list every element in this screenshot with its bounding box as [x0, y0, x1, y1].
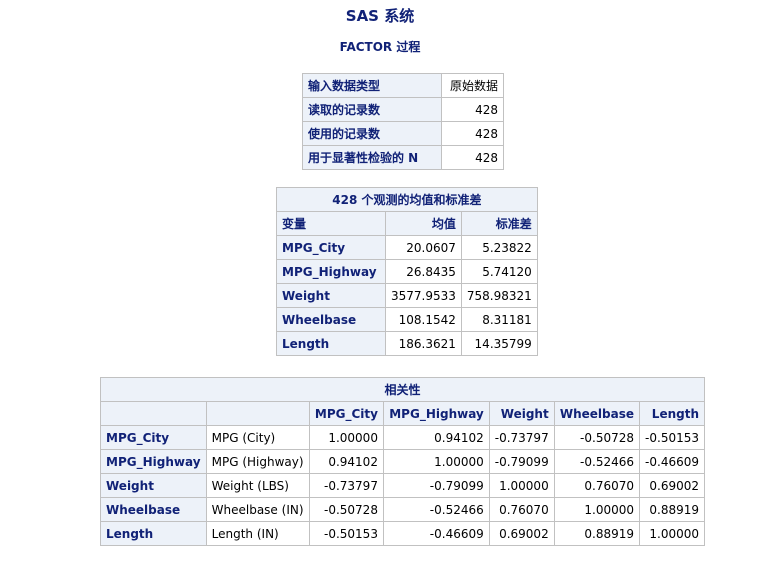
correlation-table: 相关性 MPG_City MPG_Highway Weight Wheelbas… [100, 377, 705, 546]
table-caption-row: 相关性 [100, 377, 705, 402]
table-cell: -0.79099 [488, 449, 555, 474]
table-cell: -0.50153 [639, 425, 705, 450]
table-cell: 1.00000 [553, 497, 641, 522]
table-cell: 5.23822 [460, 235, 538, 260]
table-row: 使用的记录数 428 [302, 121, 504, 146]
column-header: Wheelbase [553, 401, 641, 426]
row-header: MPG_City [276, 235, 386, 260]
row-header: 读取的记录数 [302, 97, 442, 122]
table-cell: 8.31181 [460, 307, 538, 332]
row-header: Length [276, 331, 386, 356]
table-cell: 428 [441, 121, 504, 146]
table-cell: 428 [441, 97, 504, 122]
table-caption: 428 个观测的均值和标准差 [276, 187, 538, 212]
table-row: Length 186.3621 14.35799 [276, 331, 538, 356]
table-row: Weight Weight (LBS) -0.73797 -0.79099 1.… [100, 473, 705, 498]
table-cell: 0.94102 [382, 425, 490, 450]
table-cell: -0.50728 [553, 425, 641, 450]
row-header: Length [100, 521, 207, 546]
table-cell: 3577.9533 [385, 283, 462, 308]
table-cell: -0.52466 [382, 497, 490, 522]
row-label: Weight (LBS) [205, 473, 310, 498]
row-label: Length (IN) [205, 521, 310, 546]
table-row: 读取的记录数 428 [302, 97, 504, 122]
column-header: 变量 [276, 211, 386, 236]
table-cell: -0.73797 [308, 473, 384, 498]
table-row: Wheelbase 108.1542 8.31181 [276, 307, 538, 332]
row-header: 用于显著性检验的 N [302, 145, 442, 170]
table-cell: 0.76070 [553, 473, 641, 498]
row-label: MPG (Highway) [205, 449, 310, 474]
row-header: Wheelbase [276, 307, 386, 332]
table-cell: 1.00000 [488, 473, 555, 498]
table-row: 输入数据类型 原始数据 [302, 73, 504, 98]
procedure-title: FACTOR 过程 [339, 40, 421, 54]
table-caption: 相关性 [100, 377, 705, 402]
table-row: MPG_City MPG (City) 1.00000 0.94102 -0.7… [100, 425, 705, 450]
table-cell: 1.00000 [382, 449, 490, 474]
column-header: MPG_City [308, 401, 384, 426]
table-row: MPG_Highway MPG (Highway) 0.94102 1.0000… [100, 449, 705, 474]
table-header-row: 变量 均值 标准差 [276, 211, 538, 236]
table-row: Length Length (IN) -0.50153 -0.46609 0.6… [100, 521, 705, 546]
table-row: 用于显著性检验的 N 428 [302, 145, 504, 170]
column-header: 标准差 [460, 211, 538, 236]
table-cell: 1.00000 [308, 425, 384, 450]
table-cell: 0.94102 [308, 449, 384, 474]
table-cell: 26.8435 [385, 259, 462, 284]
table-cell: 108.1542 [385, 307, 462, 332]
column-header: 均值 [385, 211, 462, 236]
corner-cell [100, 401, 207, 426]
table-cell: 0.76070 [488, 497, 555, 522]
table-cell: -0.46609 [639, 449, 705, 474]
table-cell: 20.0607 [385, 235, 462, 260]
row-header: Weight [276, 283, 386, 308]
column-header: Weight [488, 401, 555, 426]
table-header-row: MPG_City MPG_Highway Weight Wheelbase Le… [100, 401, 705, 426]
table-cell: 14.35799 [460, 331, 538, 356]
summary-table: 输入数据类型 原始数据 读取的记录数 428 使用的记录数 428 用于显著性检… [302, 73, 504, 170]
row-label: Wheelbase (IN) [205, 497, 310, 522]
table-cell: 0.69002 [488, 521, 555, 546]
table-row: Weight 3577.9533 758.98321 [276, 283, 538, 308]
row-header: MPG_Highway [276, 259, 386, 284]
table-cell: 1.00000 [639, 521, 705, 546]
row-header: 使用的记录数 [302, 121, 442, 146]
table-cell: -0.79099 [382, 473, 490, 498]
table-cell: 原始数据 [441, 73, 504, 98]
row-header: 输入数据类型 [302, 73, 442, 98]
table-cell: 186.3621 [385, 331, 462, 356]
row-header: MPG_Highway [100, 449, 207, 474]
row-header: Wheelbase [100, 497, 207, 522]
table-caption-row: 428 个观测的均值和标准差 [276, 187, 538, 212]
table-cell: -0.46609 [382, 521, 490, 546]
table-cell: 0.69002 [639, 473, 705, 498]
table-cell: -0.52466 [553, 449, 641, 474]
row-label: MPG (City) [205, 425, 310, 450]
means-std-table: 428 个观测的均值和标准差 变量 均值 标准差 MPG_City 20.060… [276, 187, 538, 356]
table-cell: 5.74120 [460, 259, 538, 284]
column-header: MPG_Highway [382, 401, 490, 426]
corner-cell [205, 401, 310, 426]
table-cell: -0.50153 [308, 521, 384, 546]
table-cell: -0.73797 [488, 425, 555, 450]
table-cell: 0.88919 [639, 497, 705, 522]
table-row: MPG_Highway 26.8435 5.74120 [276, 259, 538, 284]
table-cell: 0.88919 [553, 521, 641, 546]
row-header: Weight [100, 473, 207, 498]
row-header: MPG_City [100, 425, 207, 450]
table-row: MPG_City 20.0607 5.23822 [276, 235, 538, 260]
table-cell: 758.98321 [460, 283, 538, 308]
table-row: Wheelbase Wheelbase (IN) -0.50728 -0.524… [100, 497, 705, 522]
table-cell: 428 [441, 145, 504, 170]
table-cell: -0.50728 [308, 497, 384, 522]
column-header: Length [639, 401, 705, 426]
report-title: SAS 系统 [345, 7, 415, 25]
